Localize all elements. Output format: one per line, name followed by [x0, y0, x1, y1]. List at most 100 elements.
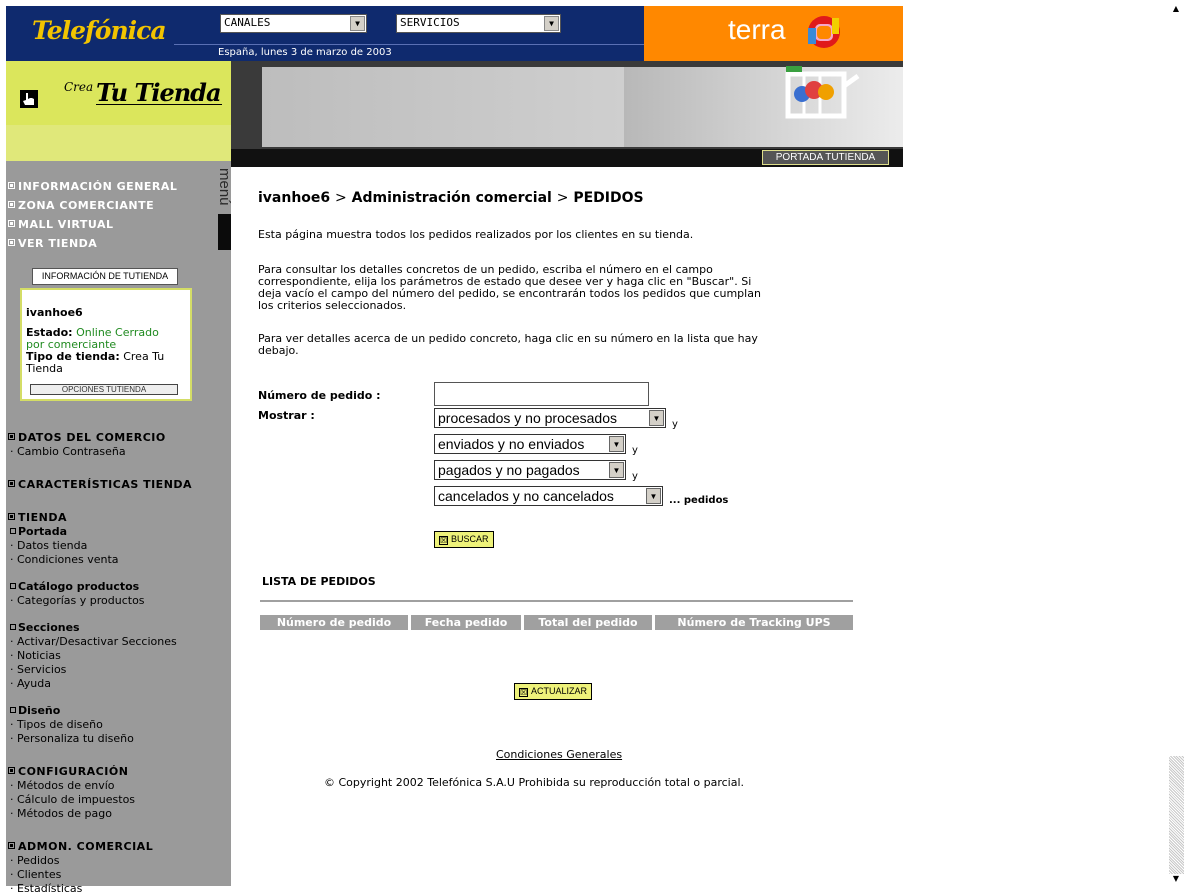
tipo-value: Crea Tu — [123, 350, 165, 363]
sidebar-item-clientes[interactable]: · Clientes — [10, 868, 61, 881]
terra-logo[interactable]: terra — [728, 14, 786, 46]
banner-panel — [262, 67, 624, 147]
scroll-up-icon[interactable]: ▲ — [1170, 4, 1182, 16]
sidebar-section-datos-comercio[interactable]: DATOS DEL COMERCIO — [8, 431, 166, 444]
canales-select[interactable]: CANALES ▼ — [220, 14, 367, 33]
sidebar-section-caracteristicas[interactable]: CARACTERÍSTICAS TIENDA — [8, 478, 192, 491]
sidebar-item-noticias[interactable]: · Noticias — [10, 649, 61, 662]
portada-tutienda-button[interactable]: PORTADA TUTIENDA — [762, 150, 889, 165]
sidebar-item-activar-secciones[interactable]: · Activar/Desactivar Secciones — [10, 635, 177, 648]
table-header-tracking[interactable]: Número de Tracking UPS — [655, 615, 853, 630]
bullet-square-icon — [10, 528, 16, 534]
sidebar-item-zona-comerciante[interactable]: ZONA COMERCIANTE — [8, 199, 154, 212]
sidebar-item-calculo-impuestos[interactable]: · Cálculo de impuestos — [10, 793, 135, 806]
opciones-tutienda-button[interactable]: OPCIONES TUTIENDA — [30, 384, 178, 395]
table-header-total[interactable]: Total del pedido — [524, 615, 652, 630]
sidebar-item-tipos-diseno[interactable]: · Tipos de diseño — [10, 718, 103, 731]
sidebar-item-ver-tienda[interactable]: VER TIENDA — [8, 237, 97, 250]
bullet-square-icon — [8, 433, 15, 440]
chevron-down-icon: ▼ — [350, 16, 365, 31]
sidebar-item-diseno[interactable]: Diseño — [10, 704, 60, 717]
checkbox-icon: ☒ — [439, 536, 448, 545]
sidebar-item-servicios[interactable]: · Servicios — [10, 663, 66, 676]
sidebar-item-informacion-general[interactable]: INFORMACIÓN GENERAL — [8, 180, 177, 193]
bullet-square-icon — [8, 201, 15, 208]
breadcrumb-separator: > — [335, 190, 347, 206]
store-info-title: INFORMACIÓN DE TUTIENDA — [32, 268, 178, 285]
telefonica-logo-area[interactable]: Telefónica — [6, 6, 174, 61]
page-title: ivanhoe6 > Administración comercial > PE… — [258, 190, 644, 206]
buscar-button[interactable]: ☒ BUSCAR — [434, 531, 494, 548]
date-strip: España, lunes 3 de marzo de 2003 — [174, 44, 644, 61]
breadcrumb-admin: Administración comercial — [351, 190, 552, 206]
numero-pedido-input[interactable] — [434, 382, 649, 406]
sidebar-item-portada[interactable]: Portada — [10, 525, 67, 538]
chevron-down-icon: ▼ — [544, 16, 559, 31]
telefonica-logo[interactable]: Telefónica — [32, 16, 167, 45]
divider — [260, 600, 853, 602]
sidebar-section-configuracion[interactable]: CONFIGURACIÓN — [8, 765, 128, 778]
condiciones-generales-link[interactable]: Condiciones Generales — [496, 748, 622, 761]
sidebar-item-ayuda[interactable]: · Ayuda — [10, 677, 51, 690]
sidebar-item-personaliza-diseno[interactable]: · Personaliza tu diseño — [10, 732, 134, 745]
sidebar-item-estadisticas[interactable]: · Estadísticas — [10, 882, 82, 895]
filter-suffix-pedidos: ... pedidos — [669, 495, 729, 506]
numero-pedido-label: Número de pedido : — [258, 389, 381, 402]
pagados-select[interactable]: pagados y no pagados ▼ — [434, 460, 626, 480]
procesados-select[interactable]: procesados y no procesados ▼ — [434, 408, 666, 428]
sidebar-item-datos-tienda[interactable]: · Datos tienda — [10, 539, 87, 552]
scroll-down-icon[interactable]: ▼ — [1170, 874, 1182, 886]
table-header-fecha[interactable]: Fecha pedido — [411, 615, 521, 630]
sidebar-item-cambio-contrasena[interactable]: · Cambio Contraseña — [10, 445, 126, 458]
sidebar-item-metodos-envio[interactable]: · Métodos de envío — [10, 779, 115, 792]
sidebar-item-mall-virtual[interactable]: MALL VIRTUAL — [8, 218, 114, 231]
store-name: ivanhoe6 — [26, 306, 83, 319]
scroll-track[interactable] — [1169, 756, 1184, 874]
sidebar-item-secciones[interactable]: Secciones — [10, 621, 80, 634]
table-header-numero[interactable]: Número de pedido — [260, 615, 408, 630]
sidebar-item-metodos-pago[interactable]: · Métodos de pago — [10, 807, 112, 820]
scroll-thumb[interactable] — [1169, 18, 1184, 756]
bullet-square-icon — [8, 220, 15, 227]
filter-conjunction: y — [672, 419, 678, 430]
bullet-square-icon — [10, 707, 16, 713]
dropdown-arrow-icon: ▼ — [609, 462, 624, 478]
bullet-square-icon — [8, 182, 15, 189]
sidebar-section-tienda[interactable]: TIENDA — [8, 511, 67, 524]
date-text: España, lunes 3 de marzo de 2003 — [218, 47, 392, 58]
bullet-square-icon — [8, 513, 15, 520]
sidebar-item-condiciones-venta[interactable]: · Condiciones venta — [10, 553, 119, 566]
dropdown-arrow-icon: ▼ — [646, 488, 661, 504]
sidebar-item-catalogo[interactable]: Catálogo productos — [10, 580, 139, 593]
breadcrumb-separator: > — [556, 190, 569, 206]
servicios-select[interactable]: SERVICIOS ▼ — [396, 14, 561, 33]
canales-select-label: CANALES — [224, 16, 271, 29]
bullet-square-icon — [10, 624, 16, 630]
breadcrumb-store: ivanhoe6 — [258, 190, 331, 206]
actualizar-button[interactable]: ☒ ACTUALIZAR — [514, 683, 593, 700]
menu-tab-label: menú — [216, 168, 233, 206]
sidebar-item-categorias[interactable]: · Categorías y productos — [10, 594, 145, 607]
intro-paragraph: Esta página muestra todos los pedidos re… — [258, 228, 694, 241]
terra-logo-icon — [808, 16, 840, 48]
bullet-square-icon — [8, 480, 15, 487]
lista-pedidos-title: LISTA DE PEDIDOS — [262, 575, 376, 588]
filter-conjunction: y — [632, 471, 638, 482]
terra-logo-area[interactable]: terra — [644, 6, 903, 61]
instructions-paragraph: Para consultar los detalles concretos de… — [258, 263, 761, 312]
tu-tienda-logo[interactable]: Tu Tienda — [96, 78, 221, 107]
crea-logo-small: Crea — [64, 80, 94, 94]
menu-tab-shadow — [218, 214, 231, 250]
bullet-square-icon — [10, 583, 16, 589]
details-paragraph: Para ver detalles acerca de un pedido co… — [258, 332, 758, 357]
mostrar-label: Mostrar : — [258, 409, 315, 422]
dropdown-arrow-icon: ▼ — [609, 436, 624, 452]
sidebar-item-pedidos[interactable]: · Pedidos — [10, 854, 60, 867]
enviados-select[interactable]: enviados y no enviados ▼ — [434, 434, 626, 454]
breadcrumb-page: PEDIDOS — [573, 190, 644, 206]
bullet-square-icon — [8, 842, 15, 849]
sidebar-section-admon-comercial[interactable]: ADMON. COMERCIAL — [8, 840, 153, 853]
cancelados-select[interactable]: cancelados y no cancelados ▼ — [434, 486, 663, 506]
logo-underline — [96, 104, 222, 105]
tipo-value-2: Tienda — [26, 362, 63, 375]
